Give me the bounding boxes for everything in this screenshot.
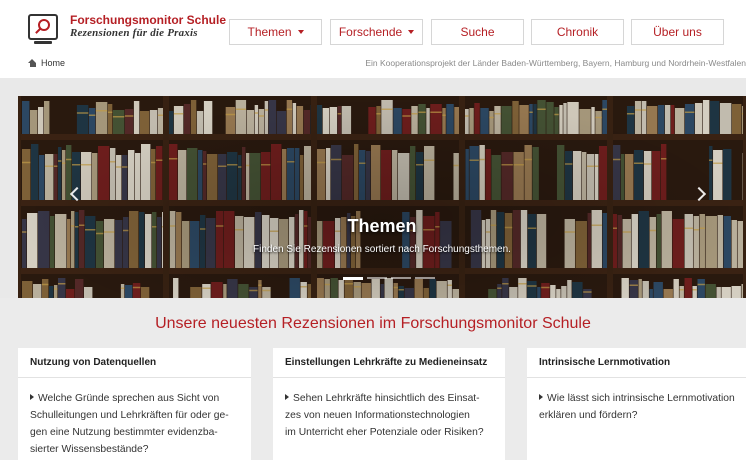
nav-forschende[interactable]: Forschende xyxy=(330,19,423,45)
hero-carousel: Themen Finden Sie Rezensionen sortiert n… xyxy=(0,78,746,298)
latest-reviews-section: Unsere neuesten Rezensionen im Forschung… xyxy=(0,298,746,460)
review-card-title[interactable]: Intrinsische Lernmotivation xyxy=(527,348,746,378)
latest-reviews-heading: Unsere neuesten Rezensionen im Forschung… xyxy=(155,315,591,332)
review-card-teaser[interactable]: Wie lässt sich intrinsische Lernmotivati… xyxy=(527,378,746,424)
review-card-teaser[interactable]: Sehen Lehrkräfte hinsichtlich des Einsat… xyxy=(273,378,505,441)
breadcrumb: Home xyxy=(28,58,65,68)
caret-right-icon xyxy=(285,394,289,400)
caret-down-icon xyxy=(297,30,304,34)
monitor-search-icon xyxy=(28,14,58,44)
breadcrumb-home[interactable]: Home xyxy=(41,58,65,68)
carousel-indicator[interactable] xyxy=(367,277,387,279)
site-title: Forschungsmonitor Schule xyxy=(70,13,227,27)
review-card-teaser[interactable]: Welche Gründe sprechen aus Sicht von Sch… xyxy=(18,378,251,458)
nav-chronik[interactable]: Chronik xyxy=(531,19,624,45)
home-icon xyxy=(28,59,37,67)
review-card[interactable]: Intrinsische Lernmotivation Wie lässt si… xyxy=(527,348,746,460)
caret-right-icon xyxy=(539,394,543,400)
carousel-indicator[interactable] xyxy=(343,277,363,280)
carousel-indicator[interactable] xyxy=(391,277,411,279)
review-card[interactable]: Einstellungen Lehrkräfte zu Medieneinsat… xyxy=(273,348,505,460)
review-card-title[interactable]: Nutzung von Datenquellen xyxy=(18,348,251,378)
carousel-indicators xyxy=(343,277,439,280)
nav-suche[interactable]: Suche xyxy=(431,19,524,45)
review-card-title[interactable]: Einstellungen Lehrkräfte zu Medieneinsat… xyxy=(273,348,505,378)
site-logo[interactable]: Forschungsmonitor Schule Rezensionen für… xyxy=(28,13,227,44)
carousel-caption: Finden Sie Rezensionen sortiert nach For… xyxy=(253,244,511,255)
site-subtitle: Rezensionen für die Praxis xyxy=(70,27,198,39)
site-header: Forschungsmonitor Schule Rezensionen für… xyxy=(0,0,746,78)
caret-right-icon xyxy=(30,394,34,400)
tagline: Ein Kooperationsprojekt der Länder Baden… xyxy=(365,58,746,68)
nav-themen[interactable]: Themen xyxy=(229,19,322,45)
carousel-slide[interactable]: Themen Finden Sie Rezensionen sortiert n… xyxy=(18,96,746,298)
review-card[interactable]: Nutzung von Datenquellen Welche Gründe s… xyxy=(18,348,251,460)
nav-ueber-uns[interactable]: Über uns xyxy=(631,19,724,45)
caret-down-icon xyxy=(408,30,415,34)
carousel-title: Themen xyxy=(347,216,417,236)
carousel-indicator[interactable] xyxy=(415,277,435,279)
